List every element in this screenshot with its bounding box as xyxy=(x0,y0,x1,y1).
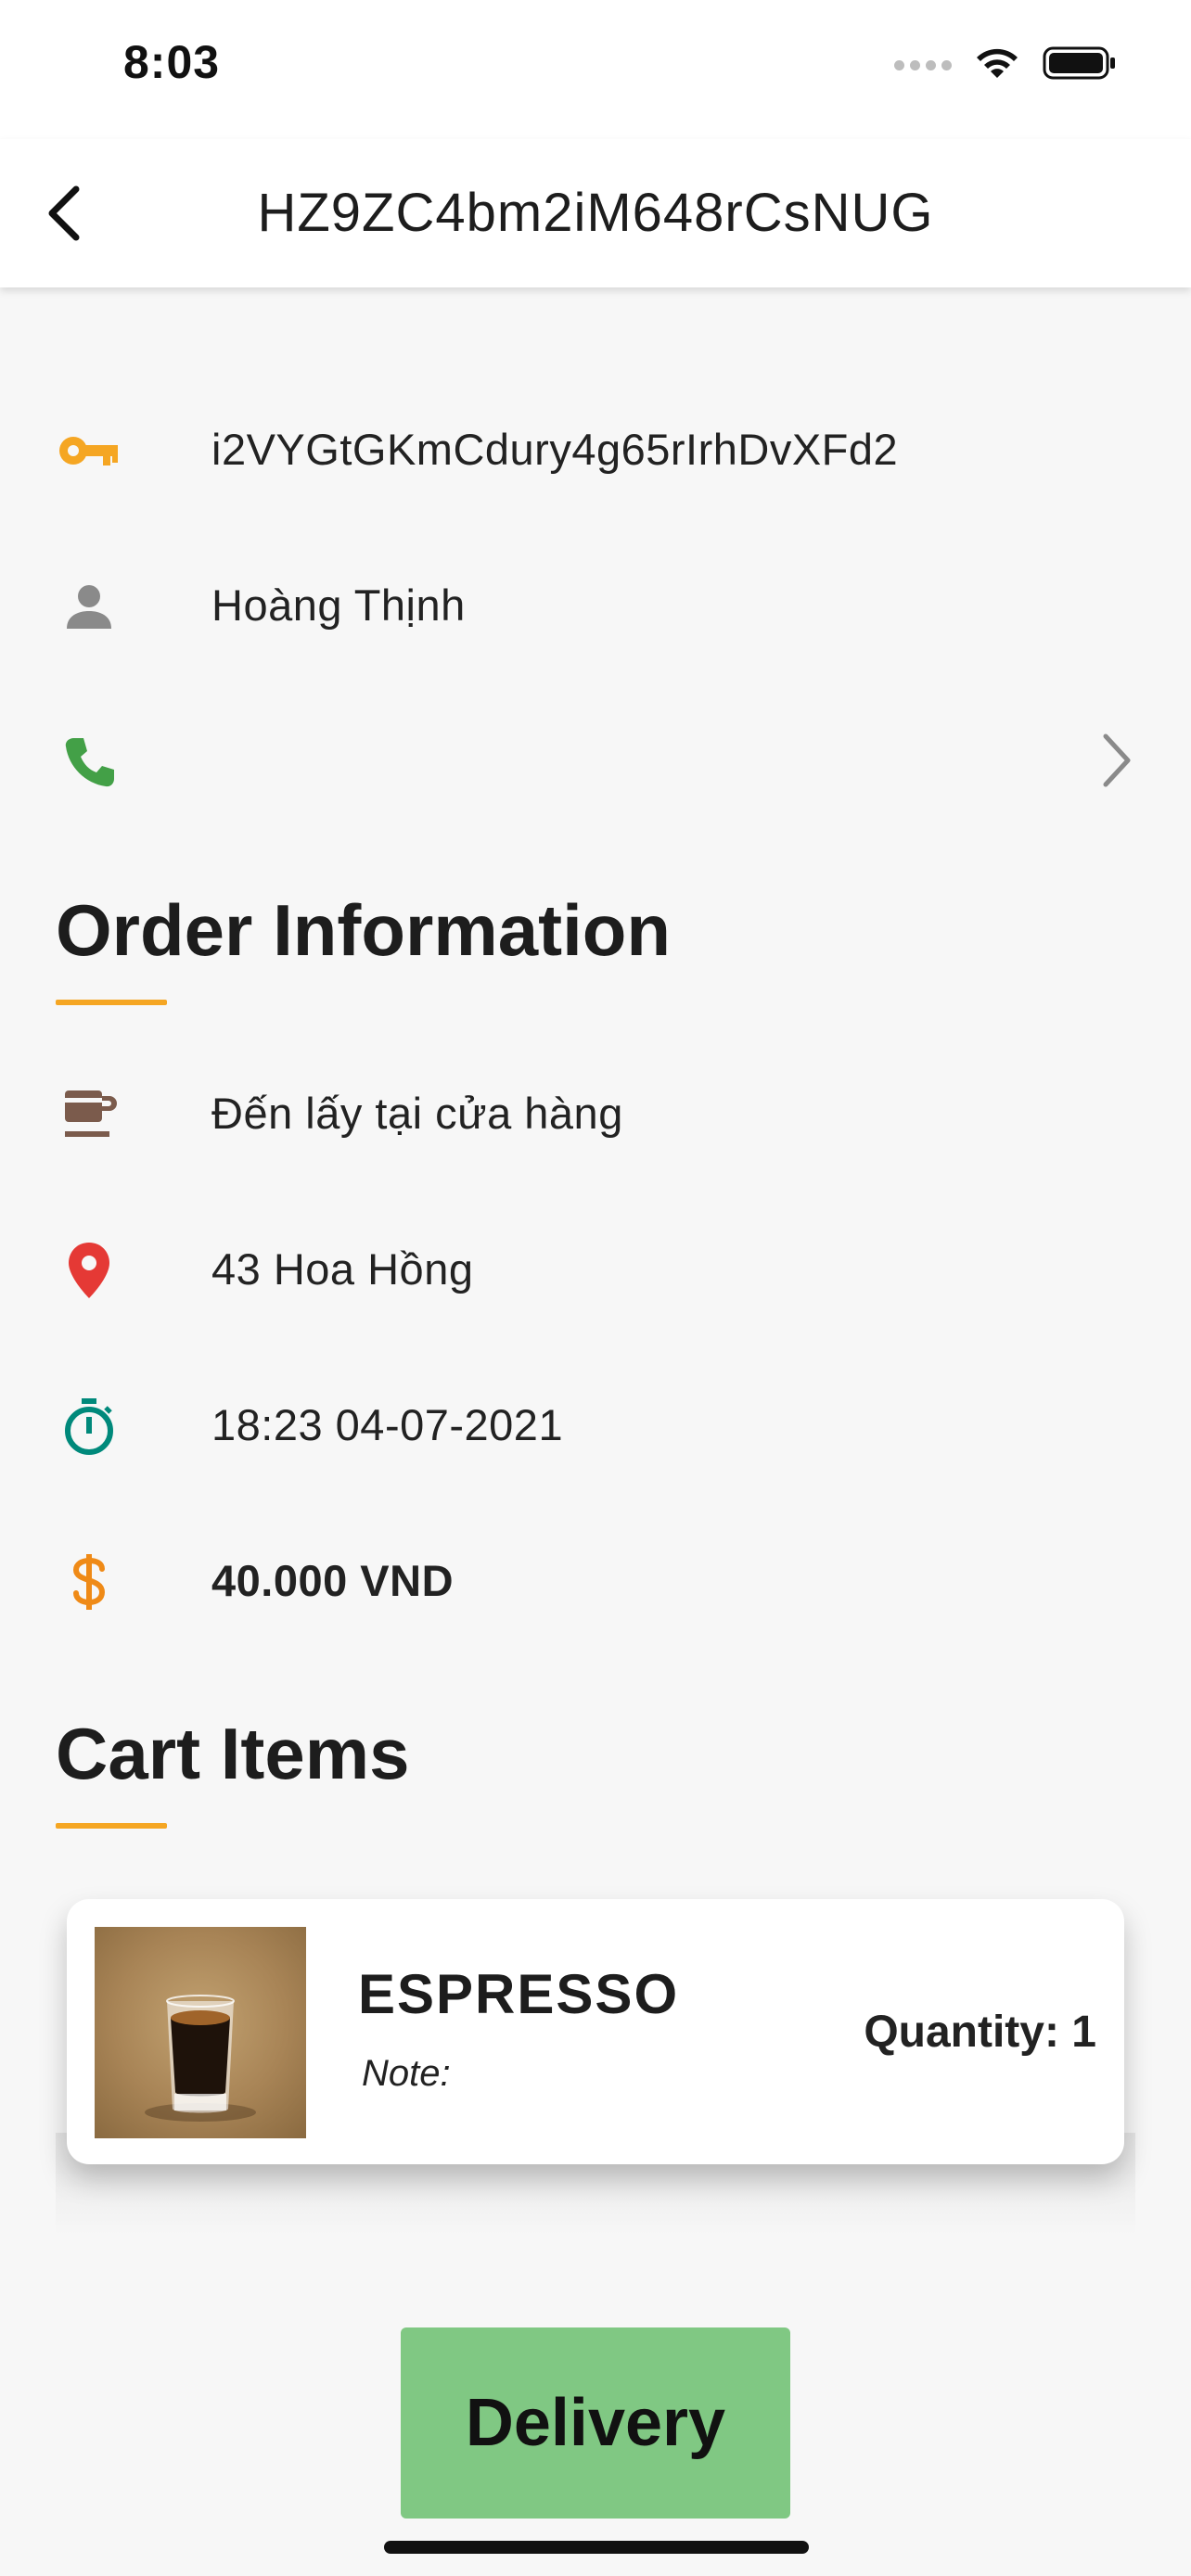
order-time-row: 18:23 04-07-2021 xyxy=(0,1369,1191,1480)
status-bar: 8:03 xyxy=(0,0,1191,139)
address-row: 43 Hoa Hồng xyxy=(0,1213,1191,1324)
order-total-row: 40.000 VND xyxy=(0,1524,1191,1636)
customer-id-row: i2VYGtGKmCdury4g65rIrhDvXFd2 xyxy=(0,393,1191,504)
cellular-signal-icon xyxy=(894,60,952,70)
timer-icon xyxy=(54,1396,124,1456)
key-icon xyxy=(54,421,124,480)
espresso-product-image xyxy=(95,1927,306,2138)
dollar-icon xyxy=(54,1552,124,1612)
cart-item-card[interactable]: ESPRESSO Note: Quantity: 1 xyxy=(67,1899,1124,2164)
customer-id: i2VYGtGKmCdury4g65rIrhDvXFd2 xyxy=(211,424,899,474)
app-bar: HZ9ZC4bm2iM648rCsNUG xyxy=(0,139,1191,287)
order-information-title: Order Information xyxy=(56,889,672,971)
customer-name-row: Hoàng Thịnh xyxy=(0,549,1191,660)
order-time: 18:23 04-07-2021 xyxy=(211,1399,564,1449)
status-icons xyxy=(894,45,1117,86)
wifi-icon xyxy=(972,45,1022,86)
person-icon xyxy=(54,577,124,636)
section-underline xyxy=(56,1823,167,1829)
product-quantity: Quantity: 1 xyxy=(864,2008,1096,2057)
product-note: Note: xyxy=(362,2053,451,2094)
location-pin-icon xyxy=(54,1241,124,1300)
order-method-row: Đến lấy tại cửa hàng xyxy=(0,1057,1191,1168)
customer-name: Hoàng Thịnh xyxy=(211,580,466,630)
phone-row[interactable] xyxy=(0,705,1191,816)
home-indicator xyxy=(384,2541,809,2554)
status-time: 8:03 xyxy=(123,36,221,88)
order-address: 43 Hoa Hồng xyxy=(211,1243,474,1294)
product-name: ESPRESSO xyxy=(358,1963,680,2025)
section-underline xyxy=(56,1000,167,1005)
chevron-right-icon[interactable] xyxy=(1080,723,1154,797)
battery-icon xyxy=(1043,45,1117,86)
cart-items-title: Cart Items xyxy=(56,1713,410,1794)
phone-icon xyxy=(54,733,124,792)
order-total: 40.000 VND xyxy=(211,1555,455,1605)
page-title: HZ9ZC4bm2iM648rCsNUG xyxy=(257,183,934,243)
order-method: Đến lấy tại cửa hàng xyxy=(211,1088,623,1138)
delivery-button[interactable]: Delivery xyxy=(401,2327,790,2519)
coffee-cup-icon xyxy=(54,1085,124,1144)
